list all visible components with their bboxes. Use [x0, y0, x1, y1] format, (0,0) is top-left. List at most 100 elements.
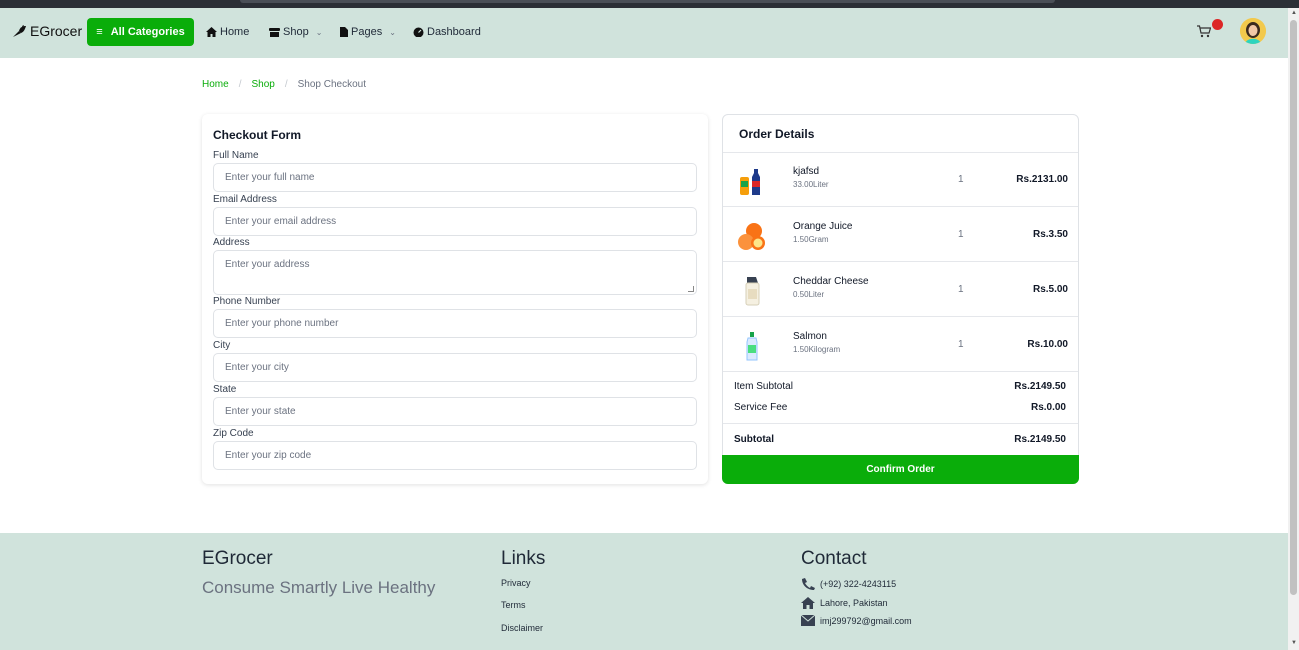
- footer-links-title: Links: [501, 548, 546, 569]
- address-textarea[interactable]: Enter your address: [213, 250, 697, 295]
- scrollbar-thumb[interactable]: [1290, 20, 1297, 595]
- page-scrollbar[interactable]: ▲ ▼: [1288, 8, 1299, 650]
- footer-link-privacy[interactable]: Privacy: [501, 578, 531, 588]
- nav-home-label: Home: [220, 26, 250, 38]
- city-label: City: [213, 340, 231, 351]
- bottle-icon: [746, 332, 758, 361]
- checkout-form-title: Checkout Form: [213, 128, 302, 142]
- scroll-up-arrow-icon[interactable]: ▲: [1291, 10, 1297, 16]
- item-quantity: 1: [958, 229, 964, 240]
- breadcrumb-home[interactable]: Home: [202, 79, 229, 90]
- zip-label: Zip Code: [213, 428, 254, 439]
- page-icon: [340, 27, 348, 37]
- city-placeholder: Enter your city: [225, 362, 289, 373]
- mail-icon: [801, 615, 815, 626]
- service-fee-label: Service Fee: [734, 402, 788, 413]
- checkout-form-card: Checkout Form Full Name Enter your full …: [202, 114, 708, 484]
- menu-icon: ≡: [96, 26, 103, 38]
- nav-shop[interactable]: Shop ⌄: [269, 26, 322, 38]
- item-price: Rs.3.50: [1032, 229, 1068, 240]
- service-fee-value: Rs.0.00: [1030, 402, 1066, 413]
- item-name: Salmon: [793, 331, 827, 342]
- chevron-down-icon: ⌄: [315, 27, 323, 37]
- item-subtotal-label: Item Subtotal: [734, 381, 793, 392]
- home-icon: [206, 27, 217, 37]
- item-name: Cheddar Cheese: [793, 276, 869, 287]
- phone-input[interactable]: Enter your phone number: [213, 309, 697, 338]
- state-placeholder: Enter your state: [225, 406, 296, 417]
- avatar[interactable]: [1240, 18, 1266, 44]
- nav-home[interactable]: Home: [206, 26, 249, 38]
- item-quantity: 1: [958, 339, 964, 350]
- zip-placeholder: Enter your zip code: [225, 450, 312, 461]
- address-placeholder: Enter your address: [225, 259, 310, 270]
- order-item-row: Orange Juice 1.50Gram 1 Rs.3.50: [723, 208, 1078, 262]
- nav-shop-label: Shop: [283, 26, 309, 38]
- home-icon: [801, 597, 815, 609]
- footer-contact-title: Contact: [801, 548, 867, 569]
- email-placeholder: Enter your email address: [225, 216, 337, 227]
- state-input[interactable]: Enter your state: [213, 397, 697, 426]
- footer-address-text: Lahore, Pakistan: [820, 598, 888, 608]
- breadcrumb-shop[interactable]: Shop: [251, 79, 274, 90]
- footer-link-disclaimer[interactable]: Disclaimer: [501, 623, 543, 633]
- footer: EGrocer Consume Smartly Live Healthy Lin…: [0, 533, 1288, 650]
- item-subtotal-value: Rs.2149.50: [1014, 381, 1066, 392]
- nav-dashboard-label: Dashboard: [427, 26, 481, 38]
- item-unit: 33.00Liter: [793, 180, 829, 189]
- resize-handle-icon[interactable]: [688, 286, 694, 292]
- email-input[interactable]: Enter your email address: [213, 207, 697, 236]
- scroll-down-arrow-icon[interactable]: ▼: [1291, 640, 1297, 646]
- state-label: State: [213, 384, 237, 395]
- city-input[interactable]: Enter your city: [213, 353, 697, 382]
- order-item-row: kjafsd 33.00Liter 1 Rs.2131.00: [723, 153, 1078, 207]
- full-name-input[interactable]: Enter your full name: [213, 163, 697, 192]
- item-price: Rs.5.00: [1032, 284, 1068, 295]
- item-unit: 1.50Kilogram: [793, 345, 841, 354]
- all-categories-button[interactable]: ≡ All Categories: [87, 18, 194, 46]
- brand-logo-icon: [13, 24, 26, 37]
- breadcrumb-separator: /: [238, 79, 242, 90]
- subtotal-label: Subtotal: [734, 434, 774, 445]
- order-details-card: Order Details kjafsd 33.00Liter 1 Rs.213…: [722, 114, 1079, 484]
- item-price: Rs.10.00: [1027, 339, 1068, 350]
- order-item-row: Cheddar Cheese 0.50Liter 1 Rs.5.00: [723, 263, 1078, 317]
- item-name: Orange Juice: [793, 221, 853, 232]
- dashboard-gauge-icon: [413, 27, 424, 37]
- footer-tagline: Consume Smartly Live Healthy: [202, 578, 436, 597]
- orange-icon: [738, 223, 765, 250]
- breadcrumb-separator: /: [284, 79, 288, 90]
- order-item-row: Salmon 1.50Kilogram 1 Rs.10.00: [723, 318, 1078, 372]
- brand[interactable]: EGrocer: [12, 23, 82, 39]
- item-unit: 0.50Liter: [793, 290, 825, 299]
- user-avatar-icon: [1240, 18, 1266, 44]
- brand-name: EGrocer: [30, 23, 83, 39]
- email-label: Email Address: [213, 194, 277, 205]
- divider: [723, 423, 1078, 424]
- nav-dashboard[interactable]: Dashboard: [413, 26, 481, 38]
- browser-top-strip: [0, 0, 1299, 8]
- breadcrumb: Home / Shop / Shop Checkout: [202, 79, 366, 90]
- zip-input[interactable]: Enter your zip code: [213, 441, 697, 470]
- nav-pages[interactable]: Pages ⌄: [340, 26, 396, 38]
- cart-icon[interactable]: [1197, 25, 1211, 38]
- jar-icon: [745, 277, 760, 306]
- footer-phone-text: (+92) 322-4243115: [820, 579, 897, 589]
- footer-link-terms[interactable]: Terms: [501, 600, 526, 610]
- cart-badge: [1212, 19, 1223, 30]
- subtotal-value: Rs.2149.50: [1014, 434, 1066, 445]
- navbar: EGrocer ≡ All Categories Home Shop ⌄ Pag…: [0, 8, 1288, 58]
- all-categories-label: All Categories: [110, 26, 185, 38]
- item-name: kjafsd: [793, 166, 820, 177]
- footer-brand: EGrocer: [202, 548, 273, 569]
- phone-label: Phone Number: [213, 296, 281, 307]
- footer-email-text[interactable]: imj299792@gmail.com: [820, 616, 912, 626]
- footer-contact-phone: (+92) 322-4243115: [801, 578, 896, 590]
- nav-pages-label: Pages: [351, 26, 383, 38]
- item-unit: 1.50Gram: [793, 235, 829, 244]
- confirm-order-button[interactable]: Confirm Order: [722, 455, 1079, 484]
- item-quantity: 1: [958, 174, 964, 185]
- chevron-down-icon: ⌄: [389, 27, 396, 37]
- full-name-label: Full Name: [213, 150, 259, 161]
- phone-placeholder: Enter your phone number: [225, 318, 339, 329]
